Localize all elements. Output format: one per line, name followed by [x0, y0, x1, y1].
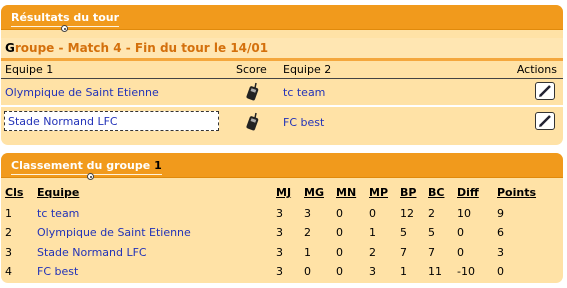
rank-mn: 0	[336, 265, 343, 278]
rank-diff: 0	[457, 246, 464, 259]
rank-mg: 1	[304, 246, 311, 259]
edit-button[interactable]	[535, 112, 555, 130]
match-team2-link[interactable]: tc team	[283, 86, 325, 99]
header-diff: Diff	[457, 186, 479, 199]
rank-diff: -10	[457, 265, 475, 278]
phone-icon[interactable]	[245, 112, 261, 132]
match-team1-link-focused[interactable]: Stade Normand LFC	[4, 111, 219, 131]
header-equipe: Equipe	[37, 186, 80, 199]
rank-points: 9	[497, 207, 504, 220]
match-row: Stade Normand LFC FC best	[1, 109, 563, 135]
rank-mj: 3	[276, 246, 283, 259]
rank-mp: 2	[369, 246, 376, 259]
rank-mj: 3	[276, 226, 283, 239]
header-cls: Cls	[5, 186, 24, 199]
col-team1: Equipe 1	[5, 63, 54, 76]
pencil-icon	[539, 85, 551, 97]
match-team1-label: Stade Normand LFC	[8, 115, 118, 128]
phone-icon[interactable]	[245, 82, 261, 102]
rank-bc: 5	[428, 226, 435, 239]
rank-mp: 0	[369, 207, 376, 220]
header-bp: BP	[400, 186, 417, 199]
rank-cls: 1	[5, 207, 12, 220]
rank-mj: 3	[276, 265, 283, 278]
rank-cls: 3	[5, 246, 12, 259]
rank-bp: 7	[400, 246, 407, 259]
rank-mp: 3	[369, 265, 376, 278]
rank-mg: 3	[304, 207, 311, 220]
match-team2-link[interactable]: FC best	[283, 116, 324, 129]
rank-team-link[interactable]: Olympique de Saint Etienne	[37, 226, 191, 239]
ranking-header: Classement du groupe 1	[1, 153, 563, 180]
header-mg: MG	[304, 186, 324, 199]
rank-cls: 2	[5, 226, 12, 239]
rank-bp: 1	[400, 265, 407, 278]
rank-mg: 0	[304, 265, 311, 278]
group-title: Groupe - Match 4 - Fin du tour le 14/01	[5, 41, 269, 55]
rank-bp: 5	[400, 226, 407, 239]
ranking-panel: Classement du groupe 1 Cls Equipe MJ MG …	[1, 153, 563, 283]
col-score: Score	[236, 63, 267, 76]
header-mj: MJ	[276, 186, 292, 199]
header-mn: MN	[336, 186, 357, 199]
rank-mn: 0	[336, 246, 343, 259]
rank-mn: 0	[336, 226, 343, 239]
rank-mg: 2	[304, 226, 311, 239]
rank-bc: 7	[428, 246, 435, 259]
rank-team-link[interactable]: FC best	[37, 265, 78, 278]
col-actions: Actions	[516, 63, 557, 76]
rank-diff: 10	[457, 207, 471, 220]
match-row: Olympique de Saint Etienne tc team	[1, 79, 563, 107]
header-mp: MP	[369, 186, 389, 199]
rank-diff: 0	[457, 226, 464, 239]
match-team1-link[interactable]: Olympique de Saint Etienne	[5, 86, 159, 99]
soccer-ball-icon	[61, 25, 68, 32]
rank-points: 0	[497, 265, 504, 278]
rank-mp: 1	[369, 226, 376, 239]
header-bc: BC	[428, 186, 445, 199]
rank-bc: 2	[428, 207, 435, 220]
group-title-bar: Groupe - Match 4 - Fin du tour le 14/01	[1, 38, 563, 61]
rank-cls: 4	[5, 265, 12, 278]
rank-mj: 3	[276, 207, 283, 220]
ranking-title: Classement du groupe 1	[11, 159, 162, 175]
rank-bc: 11	[428, 265, 442, 278]
rank-points: 6	[497, 226, 504, 239]
results-header: Résultats du tour	[1, 5, 563, 32]
pencil-icon	[539, 115, 551, 127]
rank-points: 3	[497, 246, 504, 259]
results-panel: Résultats du tour Groupe - Match 4 - Fin…	[1, 5, 563, 145]
col-team2: Equipe 2	[283, 63, 332, 76]
edit-button[interactable]	[535, 82, 555, 100]
rank-team-link[interactable]: tc team	[37, 207, 79, 220]
rank-mn: 0	[336, 207, 343, 220]
soccer-ball-icon	[87, 173, 94, 180]
rank-team-link[interactable]: Stade Normand LFC	[37, 246, 147, 259]
header-points: Points	[497, 186, 537, 199]
rank-bp: 12	[400, 207, 414, 220]
